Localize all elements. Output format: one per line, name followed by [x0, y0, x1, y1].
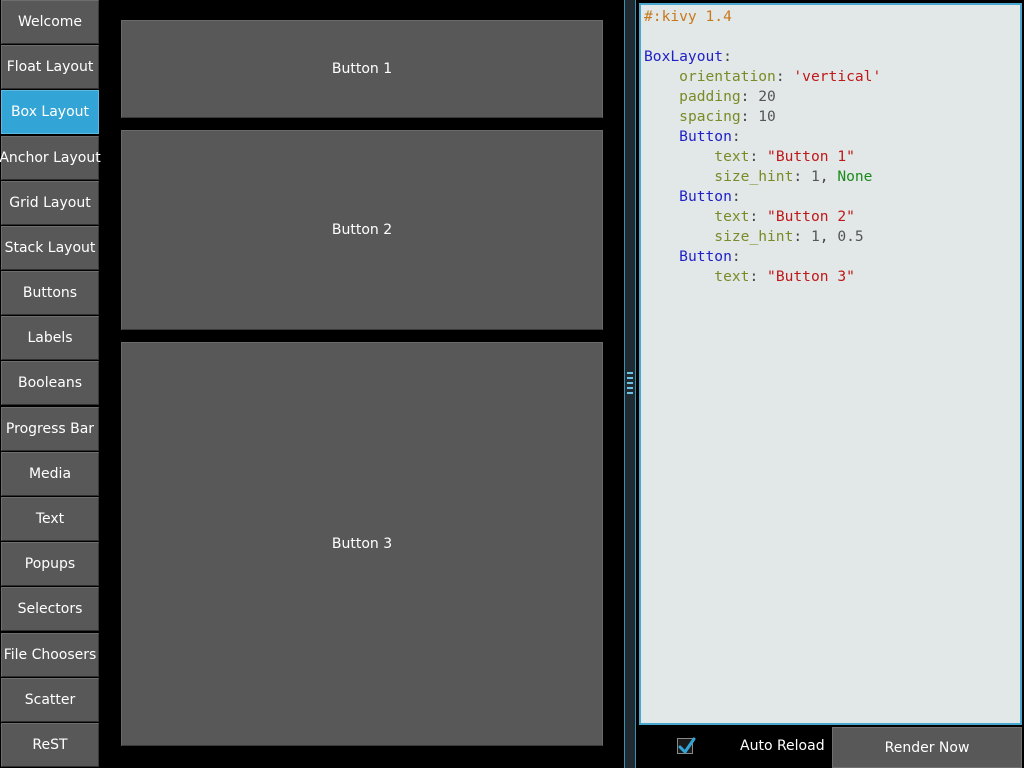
code-line: size_hint: 1, None	[714, 168, 873, 185]
sidebar-item-label: Float Layout	[6, 59, 94, 75]
sidebar-item-rest[interactable]: ReST	[1, 723, 99, 767]
auto-reload-checkbox[interactable]	[677, 737, 696, 754]
render-now-label: Render Now	[884, 739, 970, 756]
sidebar-item-label: Scatter	[24, 692, 76, 708]
sidebar-item-label: Progress Bar	[5, 421, 95, 437]
code-token: #:kivy 1.4	[644, 8, 732, 25]
sidebar-item-label: Media	[28, 466, 72, 482]
code-token: text	[714, 148, 750, 165]
code-line: text: "Button 1"	[714, 148, 855, 165]
sidebar-item-label: Labels	[27, 330, 73, 346]
demo-button-label: Button 3	[331, 536, 393, 552]
code-token: None	[837, 168, 873, 185]
code-line: orientation: 'vertical'	[679, 68, 882, 85]
sidebar-item-anchor-layout[interactable]: Anchor Layout	[0, 136, 101, 180]
code-token: 1	[810, 168, 820, 185]
code-token: text	[714, 268, 750, 285]
sidebar-item-scatter[interactable]: Scatter	[1, 678, 99, 722]
sidebar-item-text[interactable]: Text	[1, 497, 99, 541]
code-token: BoxLayout	[644, 48, 724, 65]
sidebar: Welcome Float Layout Box Layout Anchor L…	[0, 0, 101, 768]
sidebar-item-float-layout[interactable]: Float Layout	[1, 45, 99, 89]
sidebar-item-label: Welcome	[17, 14, 83, 30]
sidebar-item-label: File Choosers	[3, 647, 97, 663]
sidebar-item-label: Anchor Layout	[0, 150, 101, 166]
code-line: text: "Button 2"	[714, 208, 855, 225]
sidebar-item-popups[interactable]: Popups	[1, 542, 99, 586]
sidebar-item-selectors[interactable]: Selectors	[1, 587, 99, 631]
code-token: Button	[679, 248, 732, 265]
code-line: Button:	[679, 248, 741, 265]
code-token: 'vertical'	[793, 68, 882, 85]
sidebar-item-box-layout[interactable]: Box Layout	[1, 90, 99, 134]
code-line: spacing: 10	[679, 108, 776, 125]
demo-button-2[interactable]: Button 2	[121, 130, 603, 330]
code-line: Button:	[679, 128, 741, 145]
code-token: "Button 2"	[767, 208, 855, 225]
code-token: spacing	[679, 108, 741, 125]
code-line: text: "Button 3"	[714, 268, 855, 285]
code-token: 10	[758, 108, 776, 125]
sidebar-item-media[interactable]: Media	[1, 452, 99, 496]
code-line: size_hint: 1, 0.5	[714, 228, 864, 245]
sidebar-item-buttons[interactable]: Buttons	[1, 271, 99, 315]
sidebar-item-progress-bar[interactable]: Progress Bar	[1, 407, 99, 451]
sidebar-item-label: Popups	[24, 556, 76, 572]
sidebar-item-label: Booleans	[18, 375, 82, 391]
sidebar-item-label: Buttons	[22, 285, 78, 301]
splitter-handle[interactable]	[624, 0, 636, 768]
code-token: "Button 3"	[767, 268, 855, 285]
grip-icon	[627, 372, 633, 396]
code-token: 0.5	[837, 228, 864, 245]
code-token: 1	[810, 228, 820, 245]
checkmark-icon	[678, 737, 696, 754]
auto-reload-label: Auto Reload	[740, 738, 825, 754]
editor-toolbar: Auto Reload Render Now	[639, 727, 1024, 768]
demo-button-label: Button 2	[331, 222, 393, 238]
code-token: Button	[679, 128, 732, 145]
demo-button-label: Button 1	[331, 61, 393, 77]
sidebar-item-label: Box Layout	[10, 104, 90, 120]
sidebar-item-grid-layout[interactable]: Grid Layout	[1, 181, 99, 225]
sidebar-item-booleans[interactable]: Booleans	[1, 361, 99, 405]
sidebar-item-label: Selectors	[17, 601, 83, 617]
demo-button-1[interactable]: Button 1	[121, 20, 603, 118]
code-token: size_hint	[714, 228, 794, 245]
code-line: Button:	[679, 188, 741, 205]
sidebar-item-stack-layout[interactable]: Stack Layout	[1, 226, 99, 270]
code-token: padding	[679, 88, 741, 105]
code-line: padding: 20	[679, 88, 776, 105]
demo-button-3[interactable]: Button 3	[121, 342, 603, 746]
code-editor[interactable]: #:kivy 1.4 BoxLayout: orientation: 'verti…	[639, 3, 1022, 725]
sidebar-item-label: Stack Layout	[4, 240, 96, 256]
sidebar-item-label: Text	[35, 511, 65, 527]
code-line: #:kivy 1.4	[644, 7, 1020, 27]
sidebar-item-file-choosers[interactable]: File Choosers	[1, 633, 99, 677]
render-now-button[interactable]: Render Now	[832, 727, 1022, 768]
code-token: 20	[758, 88, 776, 105]
code-token: size_hint	[714, 168, 794, 185]
code-token: Button	[679, 188, 732, 205]
sidebar-item-label: Grid Layout	[9, 195, 91, 211]
sidebar-item-labels[interactable]: Labels	[1, 316, 99, 360]
code-token: "Button 1"	[767, 148, 855, 165]
code-token: orientation	[679, 68, 776, 85]
sidebar-item-welcome[interactable]: Welcome	[1, 0, 99, 44]
code-line: BoxLayout:	[644, 48, 732, 65]
sidebar-item-label: ReST	[32, 737, 68, 753]
code-token: text	[714, 208, 750, 225]
